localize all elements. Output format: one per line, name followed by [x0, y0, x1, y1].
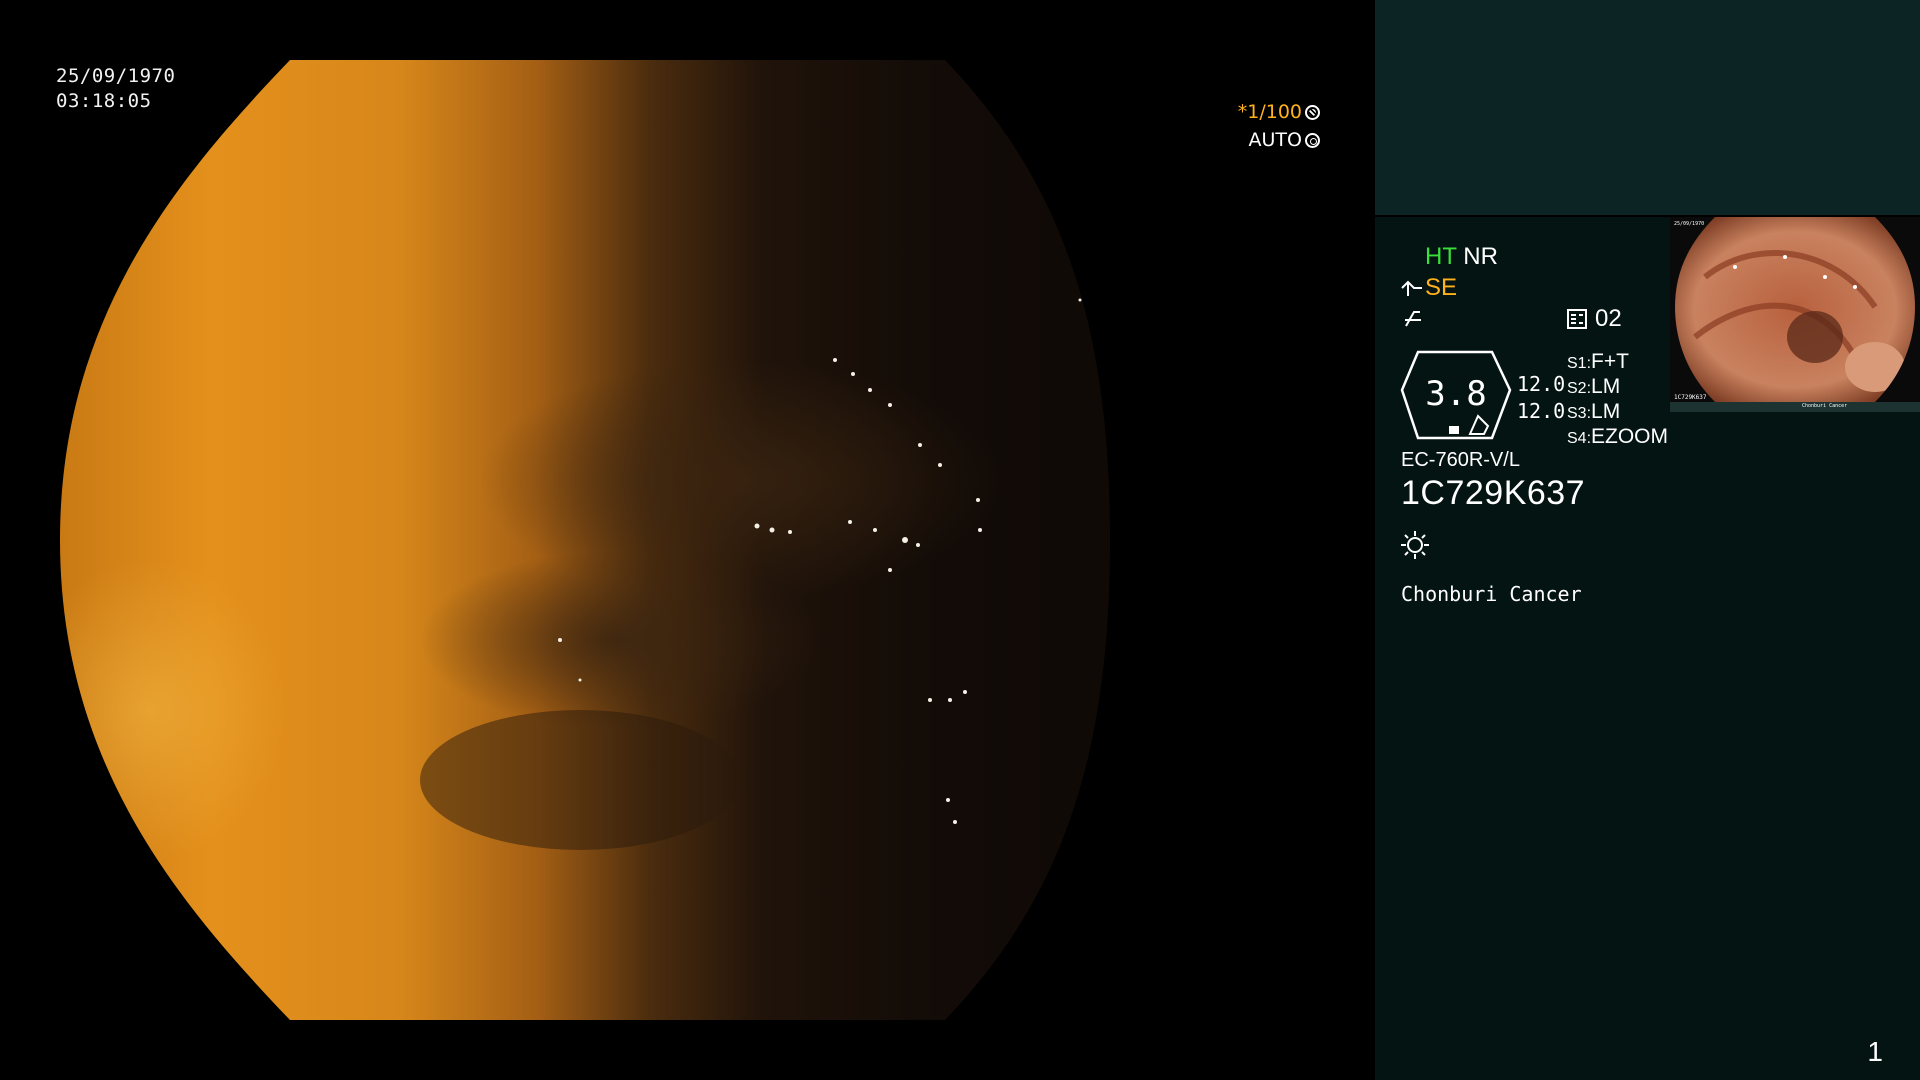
- info-panel: [1375, 0, 1920, 1080]
- thumbnail-serial: 1C729K637: [1674, 394, 1707, 401]
- thumbnail-caption-bar: Chonburi Cancer: [1670, 402, 1920, 412]
- preset-key: S4:: [1567, 430, 1592, 447]
- preset-value: LM: [1591, 375, 1621, 398]
- scope-bend-icon: [1401, 280, 1422, 296]
- hospital-name: Chonburi Cancer: [1401, 582, 1582, 606]
- thumbnail-hospital: Chonburi Cancer: [1802, 403, 1848, 409]
- endoscope-view: [60, 60, 1315, 1020]
- preset-s2: S2:LM: [1567, 375, 1620, 399]
- memory-icon: [1567, 309, 1587, 329]
- preset-value: EZOOM: [1591, 425, 1669, 448]
- date-text: 25/09/1970: [56, 65, 176, 87]
- preset-s1: S1:F+T: [1567, 350, 1629, 374]
- memory-number: 02: [1595, 305, 1622, 332]
- freeze-icon: [1405, 311, 1421, 327]
- preset-key: S3:: [1567, 405, 1592, 422]
- time-text: 03:18:05: [56, 90, 152, 112]
- preset-s3: S3:LM: [1567, 400, 1620, 424]
- panel-header: [1375, 0, 1920, 215]
- preset-key: S2:: [1567, 380, 1592, 397]
- page-number: 1: [1867, 1036, 1883, 1067]
- iris-icon: [1305, 133, 1320, 148]
- preset-key: S1:: [1567, 355, 1592, 372]
- thumbnail-image: 25/09/1970 1C729K637: [1670, 217, 1920, 402]
- captured-thumbnail[interactable]: 25/09/1970 1C729K637 Chonburi Cancer: [1670, 217, 1920, 412]
- magnification-value: 3.8: [1425, 374, 1487, 414]
- se-indicator: SE: [1425, 274, 1458, 301]
- ht-indicator: HT: [1425, 243, 1457, 270]
- iris-row: AUTO: [1238, 126, 1320, 154]
- thumbnail-date: 25/09/1970: [1674, 221, 1704, 227]
- enhancement-row: HT NR: [1425, 243, 1498, 271]
- nr-indicator: NR: [1463, 243, 1498, 270]
- brightness-icon: [1401, 531, 1429, 559]
- exposure-overlay: *1/100 AUTO: [1238, 98, 1320, 154]
- preset-value: LM: [1591, 400, 1621, 423]
- endoscope-image: [60, 60, 1110, 1020]
- iris-mode-text: AUTO: [1248, 129, 1302, 151]
- shutter-icon: [1305, 105, 1320, 120]
- datetime-overlay: 25/09/1970 03:18:05: [56, 64, 175, 114]
- shutter-row: *1/100: [1238, 98, 1320, 126]
- scope-model: EC-760R-V/L: [1401, 449, 1520, 471]
- preset-s4: S4:EZOOM: [1567, 425, 1668, 449]
- scope-serial: 1C729K637: [1401, 474, 1586, 512]
- shutter-text: *1/100: [1237, 101, 1302, 123]
- preset-value: F+T: [1591, 350, 1629, 373]
- setting-bottom: 12.0: [1517, 399, 1566, 423]
- setting-top: 12.0: [1517, 372, 1566, 396]
